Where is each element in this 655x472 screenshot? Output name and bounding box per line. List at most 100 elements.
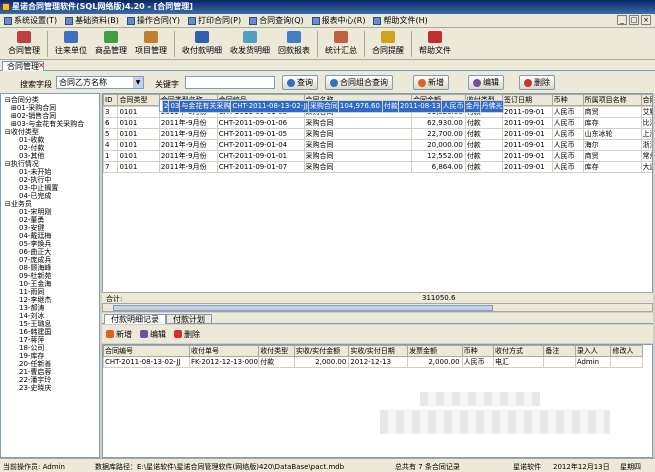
toolbar-button[interactable]: 回款报表 [274,28,314,58]
tree-item[interactable]: 02-董勇 [1,216,99,224]
table-row[interactable]: CHT-2011-08-13-02-JJ FK-2012-12-13-0001 付款… [103,356,643,368]
toolbar-button[interactable]: 帮助文件 [415,28,455,58]
keyword-input[interactable] [185,76,275,89]
tree-item[interactable]: 16-韩建国 [1,328,99,336]
column-header[interactable]: 备注 [543,345,576,357]
column-header[interactable]: 发票金额 [407,345,463,357]
column-header[interactable]: 签订日期 [502,94,553,106]
column-header[interactable]: 合同类型 [117,94,160,106]
detail-add-button[interactable]: 新增 [106,329,132,340]
tree-item[interactable]: 18-公司 [1,344,99,352]
tree-item[interactable]: 08-顾海峰 [1,264,99,272]
column-header[interactable]: 录入人 [574,345,612,357]
toolbar-button[interactable]: 合同管理 [4,28,44,58]
search-field-select[interactable]: 合同乙方名称 ▼ [56,76,144,89]
tree-item[interactable]: 01-宋明刚 [1,208,99,216]
column-header[interactable]: 收付方式 [493,345,545,357]
table-row[interactable]: 2 03 与金花有关采购 CHT-2011-08-13-02-JJ 采购合同 104,97… [159,99,504,113]
column-header[interactable]: 币种 [461,345,495,357]
edit-button[interactable]: 编辑 [468,75,504,90]
tree-item[interactable]: 02-付款 [1,144,99,152]
delete-button[interactable]: 删除 [519,75,555,90]
tree-item[interactable]: ⊞02-销售合同 [1,112,99,120]
tree-item[interactable]: 22-潘宇玲 [1,376,99,384]
tree-item[interactable]: 13-郝涛 [1,304,99,312]
tree-item[interactable]: 20-任新善 [1,360,99,368]
tree-item[interactable]: 09-杜新苑 [1,272,99,280]
table-row[interactable]: 6 0101 2011年-9月份 CHT-2011-09-01-06 采购合同 62,93… [103,117,652,129]
tree-item[interactable]: ⊞03-与金花有关采购合 [1,120,99,128]
toolbar-button[interactable]: 商品管理 [91,28,131,58]
tree-group[interactable]: ⊟业务员 [1,200,99,208]
column-header[interactable]: 实收/实付日期 [348,345,409,357]
minimize-button[interactable]: _ [617,15,627,25]
tab-payment-records[interactable]: 付款明细记录 [104,314,166,324]
column-header[interactable]: 实收/实付金额 [293,345,350,357]
combo-query-button[interactable]: 合同组合查询 [325,75,393,90]
query-button[interactable]: 查询 [282,75,318,90]
table-row[interactable]: 5 0101 2011年-9月份 CHT-2011-09-01-05 采购合同 22,70… [103,128,652,140]
horizontal-scrollbar[interactable] [102,303,653,312]
tree-item[interactable]: 02-执行中 [1,176,99,184]
tree-item[interactable]: 01-收款 [1,136,99,144]
tree-group[interactable]: ⊟收付类型 [1,128,99,136]
tree-item[interactable]: 14-刘冰 [1,312,99,320]
tree-group[interactable]: ⊟执行情况 [1,160,99,168]
menu-item[interactable]: 基础资料(B) [65,15,119,26]
tree-item[interactable]: 21-曹启蓉 [1,368,99,376]
scroll-thumb[interactable] [113,305,493,311]
tree-item[interactable]: ⊞01-采购合同 [1,104,99,112]
tree-item[interactable]: 15-王璐息 [1,320,99,328]
tree-label: 04-戴廷梅 [19,232,52,240]
menu-item[interactable]: 帮助文件(H) [373,15,428,26]
table-cell: 常州占 [640,150,652,162]
menu-item[interactable]: 操作合同(Y) [126,15,180,26]
tree-item[interactable]: 03-中止搁置 [1,184,99,192]
tree-item[interactable]: 04-戴廷梅 [1,232,99,240]
restore-button[interactable]: □ [629,15,639,25]
column-header[interactable]: 收付类型 [258,345,295,357]
tree-group[interactable]: ⊟合同分类 [1,96,99,104]
tree-item[interactable]: 07-庞成兵 [1,256,99,264]
table-row[interactable]: 1 0101 2011年-9月份 CHT-2011-09-01-01 采购合同 12,55… [103,150,652,162]
tree-item[interactable]: 19-库存 [1,352,99,360]
column-header[interactable]: 收付单号 [188,345,260,357]
column-header[interactable]: 合同甲方 [640,94,652,106]
search-field-value: 合同乙方名称 [59,78,107,87]
detail-edit-button[interactable]: 编辑 [140,329,166,340]
toolbar-button[interactable]: 统计汇总 [321,28,361,58]
tree-item[interactable]: 10-王金海 [1,280,99,288]
column-header[interactable]: 所属项目名称 [582,94,642,106]
toolbar-button[interactable]: 往来单位 [51,28,91,58]
tree-item[interactable]: 06-曲正大 [1,248,99,256]
column-header[interactable]: 修改人 [610,345,643,357]
tree-item[interactable]: 12-李继杰 [1,296,99,304]
menu-item[interactable]: 报表中心(R) [311,15,365,26]
detail-delete-button[interactable]: 删除 [174,329,200,340]
menu-item[interactable]: 合同查询(Q) [249,15,304,26]
column-header[interactable]: 合同编号 [103,345,190,357]
column-header[interactable]: ID [103,94,119,106]
menu-item[interactable]: 系统设置(T) [4,15,57,26]
tree-item[interactable]: 03-安健 [1,224,99,232]
close-tab-icon[interactable]: ✕ [38,61,45,70]
tree-item[interactable]: 03-其他 [1,152,99,160]
table-row[interactable]: 4 0101 2011年-9月份 CHT-2011-09-01-04 采购合同 20,00… [103,139,652,151]
tab-payment-plan[interactable]: 付款计划 [166,314,212,324]
column-header[interactable]: 币种 [551,94,584,106]
chevron-down-icon[interactable]: ▼ [133,77,143,88]
toolbar-button[interactable]: 收发货明细 [226,28,274,58]
tree-item[interactable]: 23-史晓庆 [1,384,99,392]
tree-item[interactable]: 05-李焕兵 [1,240,99,248]
toolbar-button[interactable]: 合同提醒 [368,28,408,58]
tree-item[interactable]: 01-未开始 [1,168,99,176]
tree-item[interactable]: 11-雨同 [1,288,99,296]
tree-item[interactable]: 17-蒋萍 [1,336,99,344]
toolbar-button[interactable]: 收付款明细 [178,28,226,58]
table-row[interactable]: 7 0101 2011年-9月份 CHT-2011-09-01-07 采购合同 6,864… [103,161,652,173]
toolbar-button[interactable]: 项目管理 [131,28,171,58]
menu-item[interactable]: 打印合同(P) [188,15,241,26]
add-button[interactable]: 新增 [413,75,449,90]
close-button[interactable]: × [641,15,651,25]
tree-item[interactable]: 04-已完成 [1,192,99,200]
